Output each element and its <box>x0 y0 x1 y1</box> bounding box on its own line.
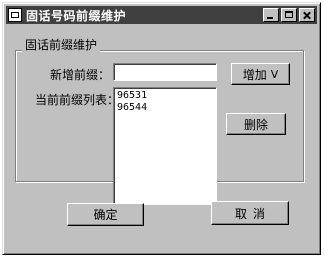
new-prefix-input[interactable] <box>113 63 217 81</box>
maximize-icon[interactable] <box>281 8 297 22</box>
cancel-button-label: 取消 <box>234 206 271 221</box>
delete-button-label: 删除 <box>243 117 268 132</box>
minimize-icon[interactable] <box>263 8 279 22</box>
delete-button[interactable]: 删除 <box>226 113 286 135</box>
ok-button-label: 确定 <box>93 208 118 222</box>
group-label: 固话前缀维护 <box>22 36 101 53</box>
title-bar[interactable]: 固话号码前缀维护 <box>6 6 317 24</box>
window-controls <box>261 8 315 22</box>
chevron-down-icon: V <box>270 67 279 81</box>
ok-button[interactable]: 确定 <box>67 203 144 226</box>
add-button[interactable]: 增加 V <box>231 63 290 85</box>
app-icon <box>8 8 22 22</box>
list-item[interactable]: 96531 <box>117 90 213 102</box>
cancel-button[interactable]: 取消 <box>211 201 289 225</box>
add-button-label: 增加 <box>242 67 267 82</box>
prefix-listbox[interactable]: 96531 96544 <box>113 87 217 205</box>
current-list-label: 当前前缀列表： <box>35 93 120 107</box>
window-title: 固话号码前缀维护 <box>26 8 127 23</box>
list-item[interactable]: 96544 <box>117 102 213 114</box>
close-icon[interactable] <box>299 8 315 22</box>
new-prefix-label: 新增前缀： <box>50 68 111 82</box>
